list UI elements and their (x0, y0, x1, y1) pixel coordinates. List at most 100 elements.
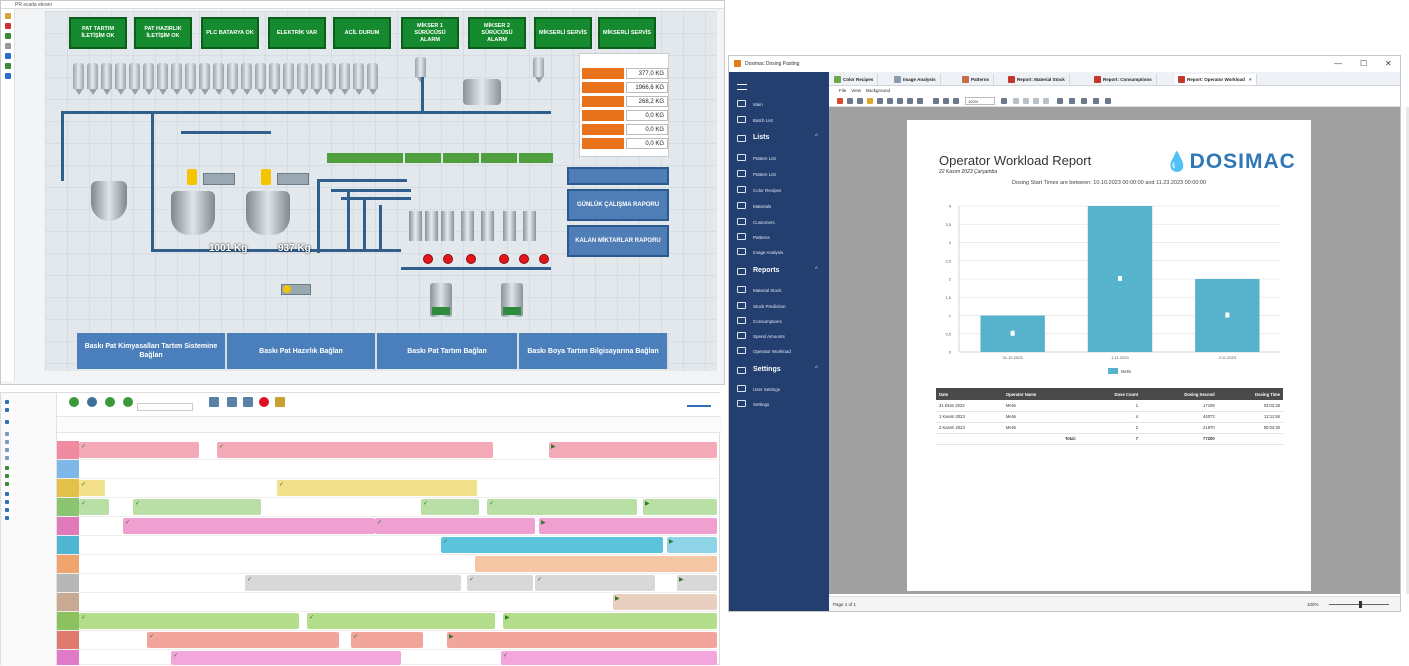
dosing-unit[interactable] (441, 211, 454, 241)
silo[interactable] (143, 63, 154, 95)
folder-icon[interactable] (867, 98, 873, 104)
task-bar[interactable]: ✓ (501, 651, 717, 665)
silo[interactable] (227, 63, 238, 95)
silo[interactable] (255, 63, 266, 95)
task-bar[interactable]: ✓ (147, 632, 339, 648)
status-mikserli-servis-1[interactable]: MİKSERLİ SERVİS (534, 17, 592, 49)
nav-stock-prediction[interactable]: Stock Prediction (753, 304, 786, 309)
silo[interactable] (101, 63, 112, 95)
zoom-select[interactable]: 100% (965, 97, 995, 105)
dosing-unit[interactable] (461, 211, 474, 241)
nav-section-settings[interactable]: Settings (753, 366, 781, 373)
flag-icon[interactable] (275, 397, 285, 407)
nav-materials[interactable]: Materials (753, 204, 771, 209)
tab-image-analysis[interactable]: Image Analysis (891, 74, 941, 85)
daily-report-button[interactable]: GÜNLÜK ÇALIŞMA RAPORU (567, 189, 669, 221)
silo[interactable] (367, 63, 378, 95)
alert-icon[interactable] (259, 397, 269, 407)
col-dosing-second[interactable]: Dosing Second (1141, 388, 1218, 400)
task-bar[interactable]: ✓ (487, 499, 637, 515)
play-icon[interactable] (5, 33, 11, 39)
nav-section-reports[interactable]: Reports (753, 267, 779, 274)
silo[interactable] (213, 63, 224, 95)
sidebar-item[interactable] (5, 515, 11, 521)
refresh-icon[interactable] (105, 397, 115, 407)
open-icon[interactable] (837, 98, 843, 104)
dosing-unit[interactable] (523, 211, 536, 241)
silo[interactable] (339, 63, 350, 95)
close-button[interactable]: ✕ (1385, 59, 1392, 68)
save-icon[interactable] (87, 397, 97, 407)
nav-consumptions[interactable]: Consumptions (753, 319, 782, 324)
save-icon[interactable] (847, 98, 853, 104)
valve-red[interactable] (539, 254, 549, 264)
menu-background[interactable]: Background (866, 88, 890, 93)
info-icon[interactable] (5, 53, 11, 59)
status-pat-tartim[interactable]: PAT TARTIM İLETİŞİM OK (69, 17, 127, 49)
task-bar[interactable]: ✓ (245, 575, 461, 591)
task-bar[interactable]: ▶ (677, 575, 717, 591)
sidebar-item[interactable] (5, 465, 11, 471)
task-bar[interactable]: ✓ (467, 575, 533, 591)
tab-report-material-stock[interactable]: Report: Material Stock (1005, 74, 1070, 85)
task-bar[interactable]: ✓ (79, 442, 199, 458)
silo[interactable] (533, 57, 544, 83)
page-setup-icon[interactable] (907, 98, 913, 104)
sidebar-item[interactable] (5, 491, 11, 497)
list-icon[interactable] (243, 397, 253, 407)
tab-patterns[interactable]: Patterns (959, 74, 995, 85)
sidebar-item[interactable] (5, 473, 11, 479)
task-bar[interactable]: ▶ (643, 499, 717, 515)
valve-red[interactable] (466, 254, 476, 264)
menu-view[interactable]: View (851, 88, 861, 93)
silo[interactable] (325, 63, 336, 95)
status-mikser2-alarm[interactable]: MİKSER 2 SÜRÜCÜSÜ ALARM (468, 17, 526, 49)
hand-tool-icon[interactable] (933, 98, 939, 104)
task-bar[interactable]: ✓ (277, 480, 477, 496)
export-icon[interactable] (877, 98, 883, 104)
status-elektrik[interactable]: ELEKTRİK VAR (268, 17, 326, 49)
menu-file[interactable]: File (839, 88, 846, 93)
last-page-icon[interactable] (1043, 98, 1049, 104)
nav-section-lists[interactable]: Lists (753, 134, 769, 141)
prev-page-icon[interactable] (1023, 98, 1029, 104)
task-bar[interactable]: ✓ (123, 518, 375, 534)
task-bar[interactable]: ✓ (79, 480, 105, 496)
task-bar[interactable]: ✓ (217, 442, 493, 458)
silo[interactable] (157, 63, 168, 95)
nav-operator-workload[interactable]: Operator Workload (753, 349, 791, 354)
next-page-icon[interactable] (1033, 98, 1039, 104)
zoom-slider-thumb[interactable] (1359, 601, 1362, 608)
dosing-unit[interactable] (503, 211, 516, 241)
valve-red[interactable] (499, 254, 509, 264)
export-pdf-icon[interactable] (1093, 98, 1099, 104)
sidebar-item[interactable] (5, 481, 11, 487)
connect-chemical-weighing-button[interactable]: Baskı Pat Kimyasalları Tartım Sistemine … (77, 333, 227, 369)
nav-color-recipes[interactable]: Color Recipes (753, 188, 781, 193)
send-icon[interactable] (1105, 98, 1111, 104)
nav-spend-amounts[interactable]: Spend Amounts (753, 334, 785, 339)
nav-customers[interactable]: Customers (753, 220, 775, 225)
task-bar[interactable]: ✓ (79, 613, 299, 629)
remaining-report-button[interactable]: KALAN MİKTARLAR RAPORU (567, 225, 669, 257)
silo[interactable] (241, 63, 252, 95)
silo[interactable] (269, 63, 280, 95)
zoom-in-icon[interactable] (943, 98, 949, 104)
nav-material-stock[interactable]: Material Stock (753, 288, 782, 293)
silo[interactable] (171, 63, 182, 95)
connect-paste-weighing-button[interactable]: Baskı Pat Tartım Bağlan (377, 333, 519, 369)
sidebar-item[interactable] (5, 507, 11, 513)
sidebar-item[interactable] (5, 407, 11, 413)
tab-report-consumptions[interactable]: Report: Consumptions (1091, 74, 1157, 85)
reload-icon[interactable] (123, 397, 133, 407)
scale-2[interactable] (501, 283, 523, 317)
status-acil-durum[interactable]: ACİL DURUM (333, 17, 391, 49)
grid-icon[interactable] (209, 397, 219, 407)
hamburger-icon[interactable] (737, 84, 747, 90)
task-bar[interactable]: ▶ (539, 518, 717, 534)
chevron-up-icon[interactable]: ^ (815, 366, 818, 372)
task-bar[interactable]: ✓ (79, 499, 109, 515)
dosing-unit[interactable] (481, 211, 494, 241)
quick-print-icon[interactable] (897, 98, 903, 104)
connect-dye-weighing-button[interactable]: Baskı Boya Tartım Bilgisayarına Bağlan (519, 333, 669, 369)
